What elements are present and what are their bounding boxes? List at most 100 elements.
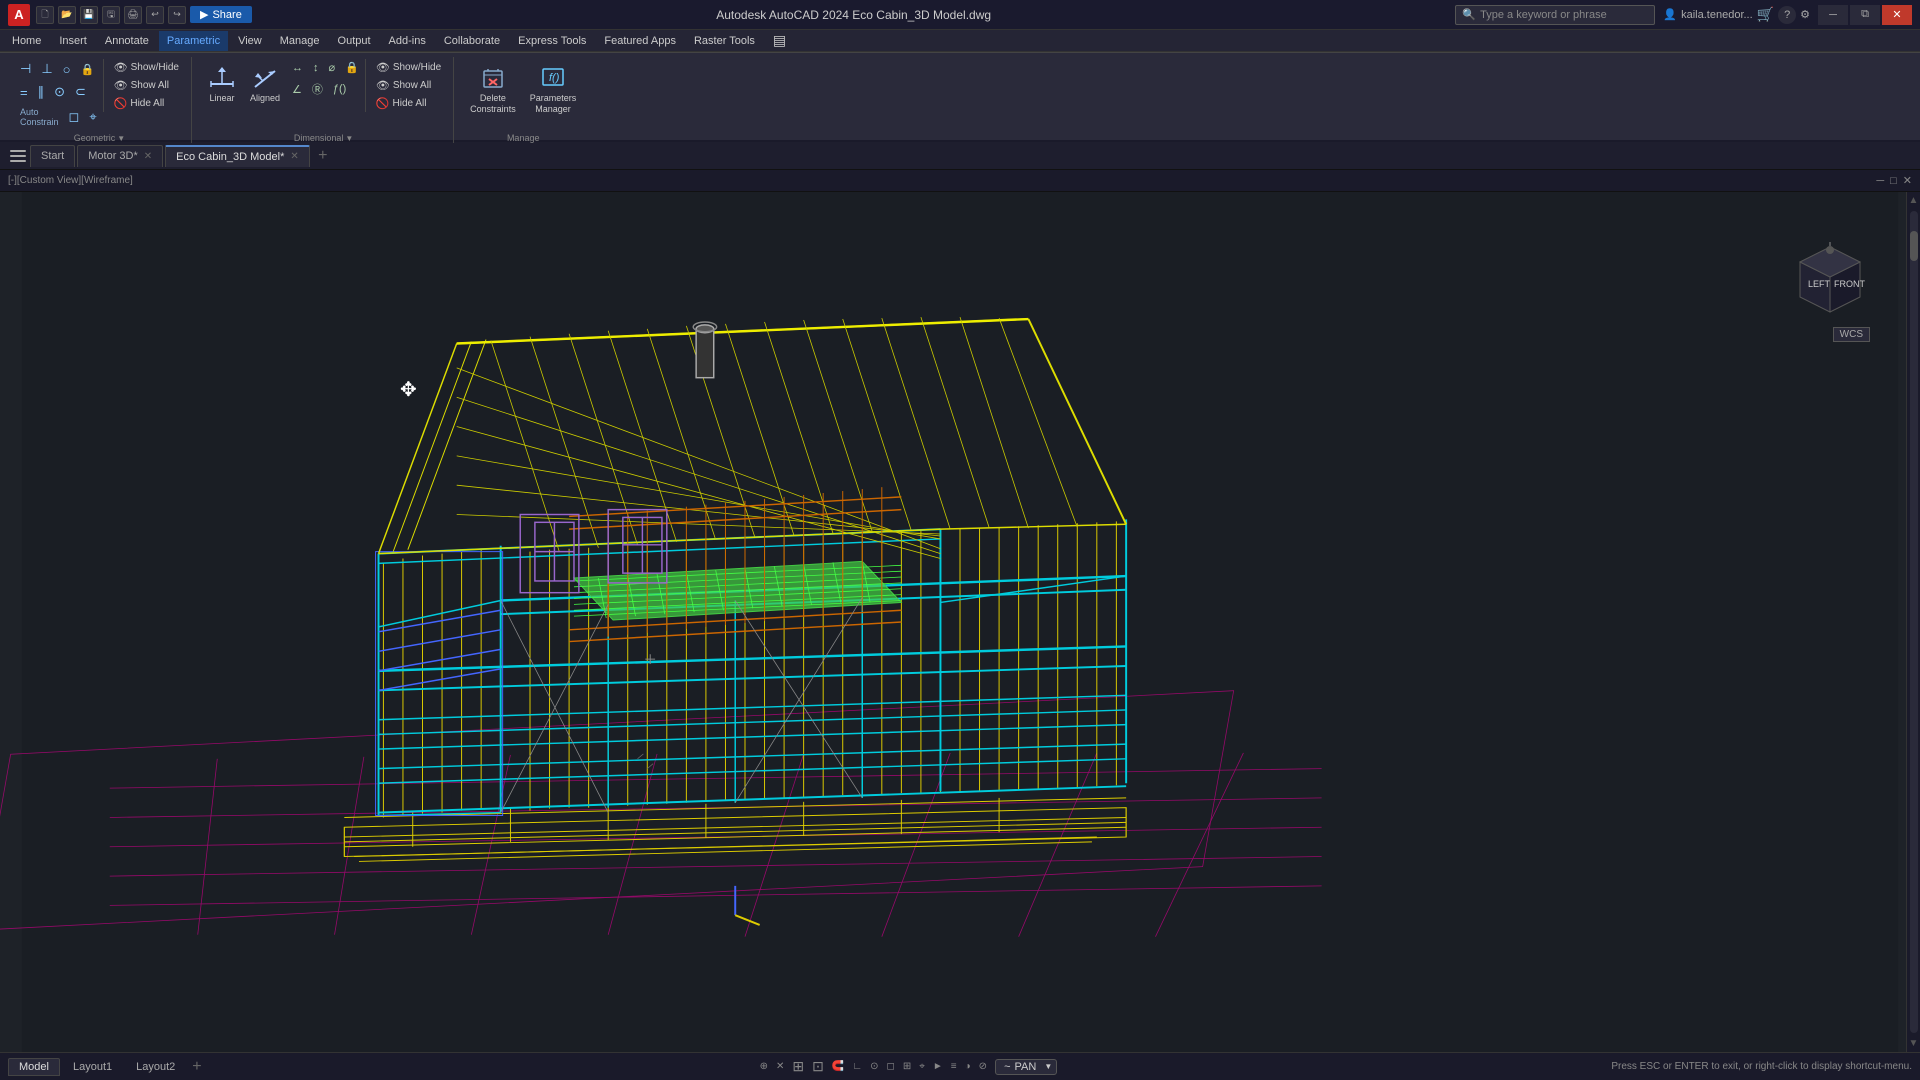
share-button[interactable]: ▶ Share bbox=[190, 6, 252, 23]
viewport-maximize-button[interactable]: □ bbox=[1890, 175, 1897, 187]
geometric-constraint-3[interactable]: ○ bbox=[59, 59, 75, 79]
menu-addins[interactable]: Add-ins bbox=[381, 31, 434, 51]
add-layout-button[interactable]: + bbox=[188, 1058, 205, 1076]
layout-tab-2[interactable]: Layout2 bbox=[125, 1058, 186, 1076]
doc-tab-motor[interactable]: Motor 3D* ✕ bbox=[77, 145, 163, 167]
doc-tab-cabin[interactable]: Eco Cabin_3D Model* ✕ bbox=[165, 145, 310, 167]
new-file-button[interactable]: 🗋 bbox=[36, 6, 54, 24]
ribbon-content: ⊣ ⊥ ○ 🔒 = ∥ ⊙ ⊂ AutoConstrain ◻ ⌖ bbox=[0, 53, 1920, 147]
help-icon[interactable]: ? bbox=[1778, 6, 1796, 24]
scroll-track[interactable] bbox=[1910, 211, 1918, 1033]
viewport-close-button[interactable]: ✕ bbox=[1903, 174, 1912, 187]
transparency-button[interactable]: ◑ bbox=[965, 1061, 971, 1072]
dim-constraint-4[interactable]: 🔒 bbox=[341, 59, 363, 76]
geometric-constraint-4[interactable]: 🔒 bbox=[77, 59, 99, 79]
minimize-button[interactable]: ─ bbox=[1818, 5, 1848, 25]
settings-icon[interactable]: ⚙ bbox=[1800, 8, 1810, 21]
svg-text:FRONT: FRONT bbox=[1834, 279, 1865, 289]
snap-button[interactable]: 🧲 bbox=[832, 1061, 844, 1072]
geometric-constraint-9[interactable]: ◻ bbox=[65, 105, 84, 129]
new-tab-button[interactable]: + bbox=[312, 145, 334, 167]
layout-tab-model[interactable]: Model bbox=[8, 1058, 60, 1076]
geometric-show-hide[interactable]: 👁 Show/Hide bbox=[110, 59, 183, 76]
lineweight-button[interactable]: ≡ bbox=[951, 1061, 957, 1072]
viewport-minimize-button[interactable]: ─ bbox=[1876, 175, 1884, 187]
drawing-area[interactable]: .y-line { stroke: #ddcc00; stroke-width:… bbox=[0, 192, 1920, 1052]
pan-mode-selector[interactable]: ~ PAN ▼ bbox=[995, 1059, 1057, 1075]
dim-constraint-2[interactable]: ↕ bbox=[309, 59, 323, 76]
dimensional-hide-all[interactable]: 🚫 Hide All bbox=[372, 95, 445, 112]
menu-insert[interactable]: Insert bbox=[51, 31, 95, 51]
redo-button[interactable]: ↪ bbox=[168, 6, 186, 24]
dyn-button[interactable]: ► bbox=[933, 1061, 943, 1072]
menu-rastertools[interactable]: Raster Tools bbox=[686, 31, 763, 51]
menu-annotate[interactable]: Annotate bbox=[97, 31, 157, 51]
geometric-constraint-6[interactable]: ∥ bbox=[34, 82, 49, 102]
geometric-constraint-5[interactable]: = bbox=[16, 82, 32, 102]
polar-button[interactable]: ⊙ bbox=[870, 1061, 878, 1072]
wcs-label: WCS bbox=[1833, 327, 1870, 342]
dropdown-arrow-icon[interactable]: ▼ bbox=[117, 134, 125, 143]
geometric-constraint-1[interactable]: ⊣ bbox=[16, 59, 35, 79]
auto-constrain-btn[interactable]: AutoConstrain bbox=[16, 105, 63, 129]
ortho-button[interactable]: ∟ bbox=[852, 1061, 862, 1072]
search-box[interactable]: 🔍 Type a keyword or phrase bbox=[1455, 5, 1655, 25]
menu-extra[interactable]: ▤ bbox=[765, 31, 794, 51]
menu-home[interactable]: Home bbox=[4, 31, 49, 51]
doc-tab-start[interactable]: Start bbox=[30, 145, 75, 167]
restore-button[interactable]: ⧉ bbox=[1850, 5, 1880, 25]
save-as-button[interactable]: 🖫 bbox=[102, 6, 120, 24]
scroll-thumb[interactable] bbox=[1910, 231, 1918, 261]
scroll-up-arrow[interactable]: ▲ bbox=[1906, 192, 1920, 209]
snap-mode-button[interactable]: ⊞ bbox=[792, 1058, 804, 1075]
hamburger-menu-button[interactable] bbox=[8, 146, 28, 166]
geometric-hide-all[interactable]: 🚫 Hide All bbox=[110, 95, 183, 112]
dimensional-show-hide[interactable]: 👁 Show/Hide bbox=[372, 59, 445, 76]
account-icon[interactable]: 🛒 bbox=[1757, 6, 1774, 23]
dimensional-show-all[interactable]: 👁 Show All bbox=[372, 77, 445, 94]
menu-view[interactable]: View bbox=[230, 31, 270, 51]
parameters-manager-button[interactable]: f() ParametersManager bbox=[524, 59, 583, 119]
menu-expresstools[interactable]: Express Tools bbox=[510, 31, 594, 51]
grid-button[interactable]: ⊡ bbox=[812, 1058, 824, 1075]
dim-constraint-1[interactable]: ↔ bbox=[288, 59, 307, 76]
save-button[interactable]: 💾 bbox=[80, 6, 98, 24]
open-file-button[interactable]: 📂 bbox=[58, 6, 76, 24]
geometric-constraint-10[interactable]: ⌖ bbox=[85, 105, 100, 129]
delete-constraints-button[interactable]: DeleteConstraints bbox=[464, 59, 522, 119]
menu-collaborate[interactable]: Collaborate bbox=[436, 31, 508, 51]
otrack-button[interactable]: ⊞ bbox=[903, 1061, 911, 1072]
geometric-show-all[interactable]: 👁 Show All bbox=[110, 77, 183, 94]
autocad-logo[interactable]: A bbox=[8, 4, 30, 26]
dim-constraint-3[interactable]: ⌀ bbox=[325, 59, 340, 76]
menu-parametric[interactable]: Parametric bbox=[159, 31, 228, 51]
selection-cycle-button[interactable]: ⊘ bbox=[979, 1061, 987, 1072]
coordinate-display[interactable]: ⊕ bbox=[760, 1061, 768, 1072]
viewcube[interactable]: LEFT FRONT bbox=[1790, 242, 1870, 322]
print-button[interactable]: 🖨 bbox=[124, 6, 142, 24]
right-scrollbar[interactable]: ▲ ▼ bbox=[1906, 192, 1920, 1052]
geometric-constraint-8[interactable]: ⊂ bbox=[71, 82, 90, 102]
menu-featuredapps[interactable]: Featured Apps bbox=[596, 31, 684, 51]
undo-button[interactable]: ↩ bbox=[146, 6, 164, 24]
linear-button[interactable]: Linear bbox=[202, 59, 242, 108]
menu-output[interactable]: Output bbox=[330, 31, 379, 51]
pan-dropdown-arrow[interactable]: ▼ bbox=[1044, 1062, 1052, 1071]
doc-tab-motor-close[interactable]: ✕ bbox=[144, 151, 152, 162]
dimensional-col-show: 👁 Show/Hide 👁 Show All 🚫 Hide All bbox=[365, 59, 445, 112]
customize-button[interactable]: ✕ bbox=[776, 1061, 784, 1072]
scroll-down-arrow[interactable]: ▼ bbox=[1906, 1035, 1920, 1052]
doc-tab-cabin-close[interactable]: ✕ bbox=[290, 151, 298, 162]
menu-manage[interactable]: Manage bbox=[272, 31, 328, 51]
close-button[interactable]: ✕ bbox=[1882, 5, 1912, 25]
dropdown-arrow-icon2[interactable]: ▼ bbox=[345, 134, 353, 143]
geometric-constraint-7[interactable]: ⊙ bbox=[50, 82, 69, 102]
layout-tab-1[interactable]: Layout1 bbox=[62, 1058, 123, 1076]
dim-constraint-6[interactable]: Ⓡ bbox=[308, 79, 327, 99]
dim-constraint-5[interactable]: ∠ bbox=[288, 79, 306, 99]
geometric-constraint-2[interactable]: ⊥ bbox=[37, 59, 56, 79]
dim-constraint-7[interactable]: ƒ() bbox=[329, 79, 350, 99]
ducs-button[interactable]: ⌖ bbox=[919, 1061, 925, 1072]
osnap-button[interactable]: ◻ bbox=[887, 1061, 895, 1072]
aligned-button[interactable]: Aligned bbox=[244, 59, 286, 108]
